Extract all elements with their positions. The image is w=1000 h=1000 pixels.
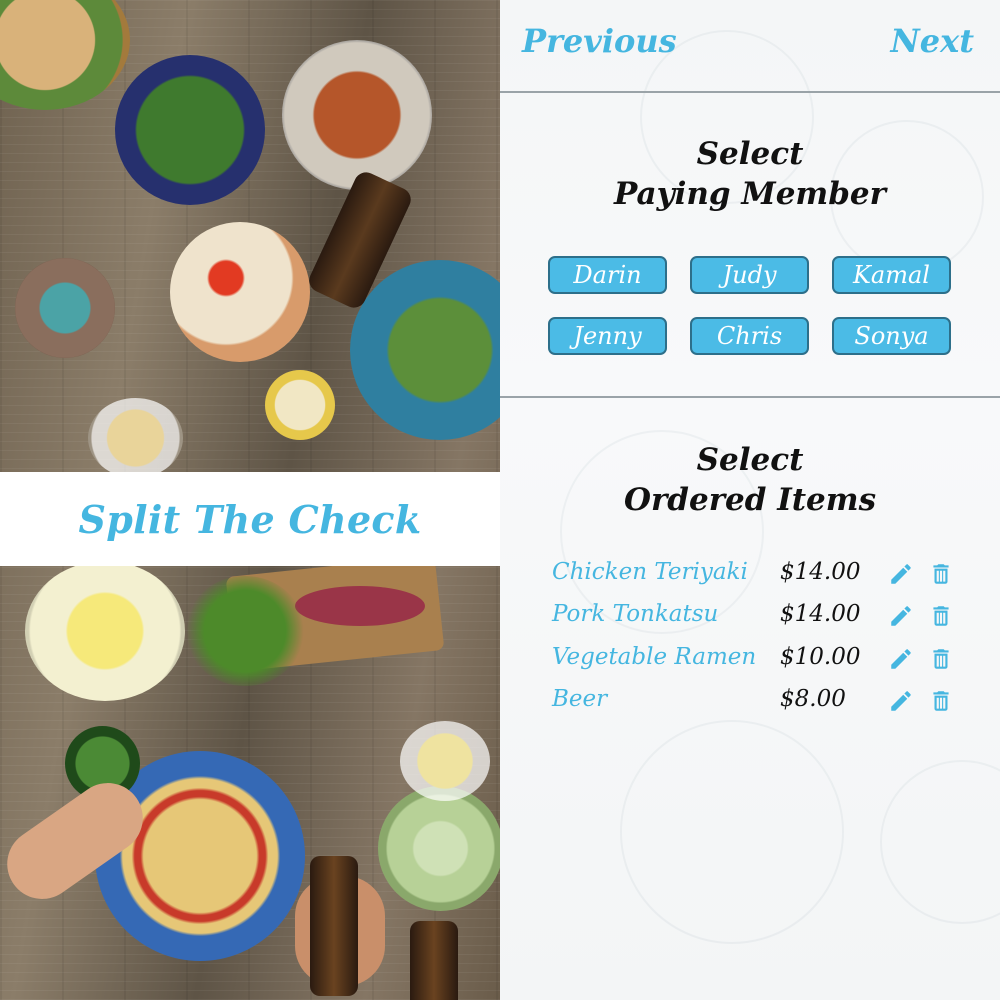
paying-member-heading: Select Paying Member xyxy=(500,134,1000,214)
paying-member-title-line2: Paying Member xyxy=(614,176,886,212)
previous-button[interactable]: Previous xyxy=(522,22,677,60)
ordered-items-heading: Select Ordered Items xyxy=(500,440,1000,520)
app-title: Split The Check xyxy=(78,496,422,542)
list-item[interactable]: Pork Tonkatsu $14.00 xyxy=(552,601,972,631)
food-photo-top xyxy=(0,0,500,472)
member-button-darin[interactable]: Darin xyxy=(548,256,667,294)
member-button-chris[interactable]: Chris xyxy=(690,317,809,355)
item-name: Vegetable Ramen xyxy=(552,644,757,670)
food-photo-column: Split The Check xyxy=(0,0,500,1000)
trash-icon[interactable] xyxy=(928,603,954,629)
list-item[interactable]: Chicken Teriyaki $14.00 xyxy=(552,559,972,589)
list-item[interactable]: Vegetable Ramen $10.00 xyxy=(552,644,972,674)
pencil-icon[interactable] xyxy=(888,561,914,587)
split-check-panel: Previous Next Select Paying Member Darin… xyxy=(500,0,1000,1000)
item-price: $8.00 xyxy=(780,686,846,712)
food-photo-bottom xyxy=(0,566,500,1000)
member-button-sonya[interactable]: Sonya xyxy=(832,317,951,355)
member-button-kamal[interactable]: Kamal xyxy=(832,256,951,294)
item-name: Beer xyxy=(552,686,608,712)
trash-icon[interactable] xyxy=(928,688,954,714)
trash-icon[interactable] xyxy=(928,561,954,587)
item-price: $14.00 xyxy=(780,601,861,627)
item-price: $14.00 xyxy=(780,559,861,585)
trash-icon[interactable] xyxy=(928,646,954,672)
member-button-judy[interactable]: Judy xyxy=(690,256,809,294)
item-name: Pork Tonkatsu xyxy=(552,601,719,627)
pencil-icon[interactable] xyxy=(888,688,914,714)
divider xyxy=(500,91,1000,93)
divider xyxy=(500,396,1000,398)
navigation-bar: Previous Next xyxy=(500,0,1000,92)
pencil-icon[interactable] xyxy=(888,603,914,629)
pencil-icon[interactable] xyxy=(888,646,914,672)
title-banner: Split The Check xyxy=(0,472,500,566)
next-button[interactable]: Next xyxy=(891,22,974,60)
item-name: Chicken Teriyaki xyxy=(552,559,748,585)
item-price: $10.00 xyxy=(780,644,861,670)
ordered-items-title-line1: Select xyxy=(696,442,804,478)
paying-member-title-line1: Select xyxy=(696,136,804,172)
member-button-jenny[interactable]: Jenny xyxy=(548,317,667,355)
ordered-items-title-line2: Ordered Items xyxy=(623,482,877,518)
list-item[interactable]: Beer $8.00 xyxy=(552,686,972,716)
